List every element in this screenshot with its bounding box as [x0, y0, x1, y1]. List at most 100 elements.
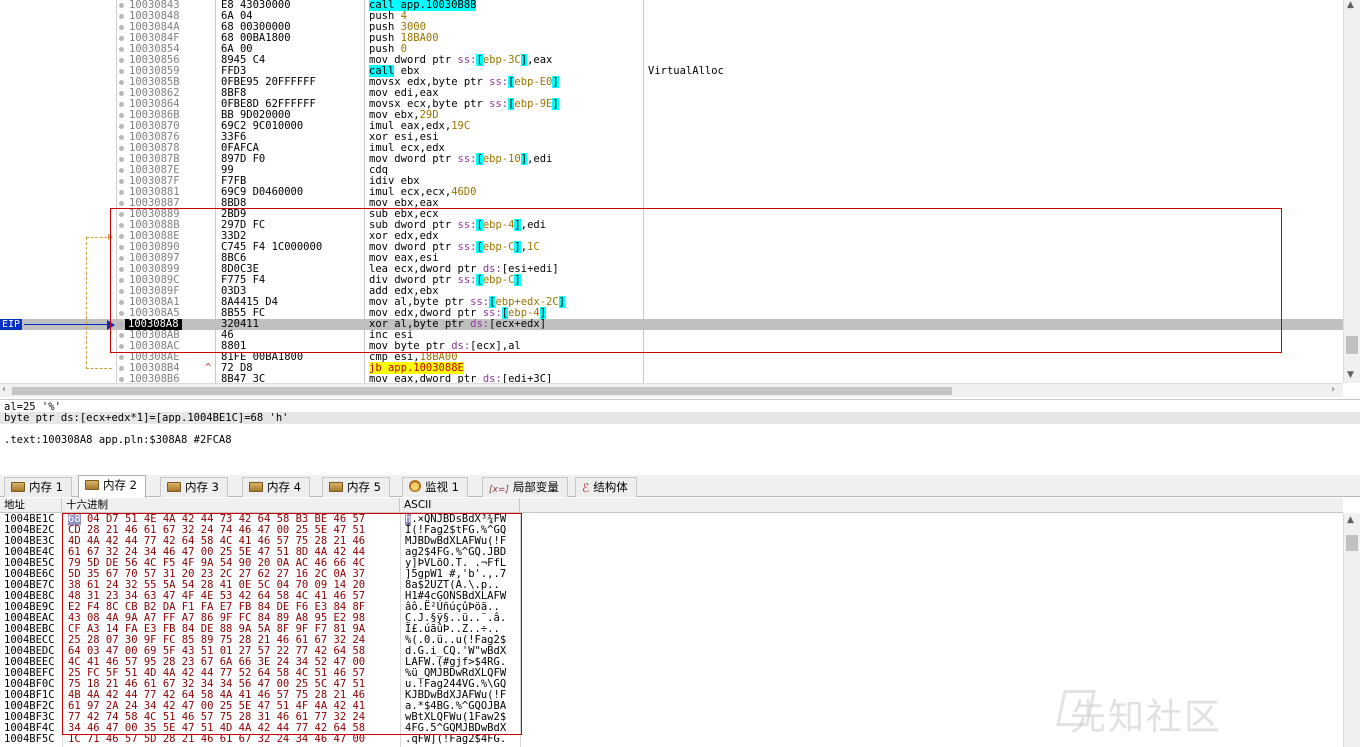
breakpoint-dot-icon[interactable] [119, 201, 124, 206]
instruction-row[interactable]: 10030862 8BF8 mov edi,eax [0, 88, 1343, 99]
breakpoint-dot-icon[interactable] [119, 355, 124, 360]
tab-4[interactable]: 内存 4 [242, 477, 310, 497]
breakpoint-dot-icon[interactable] [119, 36, 124, 41]
breakpoint-dot-icon[interactable] [119, 124, 124, 129]
scroll-left-icon[interactable]: ‹ [2, 384, 6, 395]
instruction-row[interactable]: 100308A5 8B55 FC mov edx,dword ptr ss:[ebp… [0, 307, 1343, 319]
scroll-up-icon[interactable]: ▲ [1347, 515, 1354, 525]
tab-2[interactable]: 内存 2 [78, 475, 146, 498]
instruction-row[interactable]: 100308B4 ^ 72 D8 jb app.1003088E [0, 362, 1343, 374]
breakpoint-dot-icon[interactable] [119, 14, 124, 19]
tab-7[interactable]: [x=] 局部变量 [482, 477, 568, 497]
instruction-row[interactable]: 1003087B 897D F0 mov dword ptr ss:[ebp-10]… [0, 153, 1343, 165]
instruction-row[interactable]: 10030899 8D0C3E lea ecx,dword ptr ds:[esi+… [0, 264, 1343, 275]
tab-5[interactable]: 内存 5 [322, 477, 390, 497]
breakpoint-dot-icon[interactable] [119, 91, 124, 96]
breakpoint-dot-icon[interactable] [119, 25, 124, 30]
breakpoint-dot-icon[interactable] [119, 344, 124, 349]
instruction-row[interactable]: 100308A1 8A4415 D4 mov al,byte ptr ss:[ebp… [0, 296, 1343, 308]
tab-label: 内存 2 [103, 478, 137, 492]
operand: [ecx],al [470, 340, 521, 352]
instruction-row[interactable]: 10030889 2BD9 sub ebx,ecx [0, 209, 1343, 220]
instruction-row[interactable]: 100308B6 8B47 3C mov eax,dword ptr ds:[edi… [0, 374, 1343, 383]
instruction-row[interactable]: 1003087E 99 cdq [0, 165, 1343, 176]
breakpoint-dot-icon[interactable] [119, 311, 124, 316]
scrollbar-thumb[interactable] [1346, 336, 1358, 354]
breakpoint-dot-icon[interactable] [119, 179, 124, 184]
tab-8[interactable]: ℰ 结构体 [575, 477, 637, 497]
breakpoint-dot-icon[interactable] [119, 234, 124, 239]
breakpoint-dot-icon[interactable] [119, 333, 124, 338]
breakpoint-dot-icon[interactable] [119, 245, 124, 250]
scroll-up-icon[interactable]: ▲ [1347, 0, 1354, 10]
tab-6[interactable]: 监视 1 [402, 477, 468, 497]
instruction-row[interactable]: 1003085B 0FBE95 20FFFFFF movsx edx,byte pt… [0, 76, 1343, 88]
breakpoint-dot-icon[interactable] [119, 377, 124, 382]
scrollbar-thumb[interactable] [1346, 535, 1358, 551]
dump-ascii[interactable]: .qFW](!Fag2$4FG. [405, 734, 506, 745]
breakpoint-dot-icon[interactable] [119, 190, 124, 195]
instruction-row[interactable]: 1003084A 68 00300000 push 3000 [0, 22, 1343, 33]
tab-label: 内存 5 [347, 480, 381, 494]
header-hex: 十六进制 [62, 498, 400, 513]
disassembly-horizontal-scrollbar[interactable]: ‹ › [0, 383, 1343, 397]
instruction-row[interactable]: 1003087F F7FB idiv ebx [0, 176, 1343, 187]
operand: 1C [527, 241, 540, 253]
instruction-row[interactable]: 10030864 0FBE8D 62FFFFFF movsx ecx,byte pt… [0, 98, 1343, 110]
instruction-row[interactable]: 1003089C F775 F4 div dword ptr ss:[ebp-C] [0, 274, 1343, 286]
instruction-row[interactable]: 10030859 FFD3 call ebx VirtualAlloc [0, 65, 1343, 77]
instruction-row[interactable]: 100308A8 320411 xor al,byte ptr ds:[ecx+ed… [0, 319, 1343, 330]
instruction-row[interactable]: 10030881 69C9 D0460000 imul ecx,ecx,46D0 [0, 187, 1343, 198]
instruction-row[interactable]: 10030843 E8 43030000 call app.10030B8B [0, 0, 1343, 11]
instruction-row[interactable]: 10030897 8BC6 mov eax,esi [0, 253, 1343, 264]
breakpoint-dot-icon[interactable] [119, 322, 124, 327]
breakpoint-dot-icon[interactable] [119, 212, 124, 217]
breakpoint-dot-icon[interactable] [119, 58, 124, 63]
breakpoint-dot-icon[interactable] [119, 102, 124, 107]
breakpoint-dot-icon[interactable] [119, 366, 124, 371]
instruction-row[interactable]: 100308AE 81FE 00BA1800 cmp esi,18BA00 [0, 352, 1343, 363]
breakpoint-dot-icon[interactable] [119, 278, 124, 283]
tab-1[interactable]: 内存 1 [4, 477, 72, 497]
breakpoint-dot-icon[interactable] [119, 256, 124, 261]
breakpoint-dot-icon[interactable] [119, 47, 124, 52]
operand: ss: [457, 274, 477, 286]
tab-3[interactable]: 内存 3 [160, 477, 228, 497]
instruction-row[interactable]: 1003088E 33D2 xor edx,edx [0, 231, 1343, 242]
instruction-row[interactable]: 10030876 33F6 xor esi,esi [0, 132, 1343, 143]
instruction-row[interactable]: 10030878 0FAFCA imul ecx,edx [0, 143, 1343, 154]
scrollbar-thumb[interactable] [12, 387, 952, 395]
instruction-row[interactable]: 1003089F 03D3 add edx,ebx [0, 286, 1343, 297]
scroll-right-icon[interactable]: › [1331, 384, 1335, 395]
instruction-row[interactable]: 1003088B 297D FC sub dword ptr ss:[ebp-4],… [0, 219, 1343, 231]
breakpoint-dot-icon[interactable] [119, 157, 124, 162]
breakpoint-dot-icon[interactable] [119, 69, 124, 74]
disassembly-vertical-scrollbar[interactable]: ▲ ▼ [1343, 0, 1360, 383]
breakpoint-dot-icon[interactable] [119, 146, 124, 151]
breakpoint-dot-icon[interactable] [119, 267, 124, 272]
instruction-row[interactable]: 100308AC 8801 mov byte ptr ds:[ecx],al [0, 341, 1343, 352]
breakpoint-dot-icon[interactable] [119, 80, 124, 85]
breakpoint-dot-icon[interactable] [119, 3, 124, 8]
breakpoint-dot-icon[interactable] [119, 168, 124, 173]
breakpoint-dot-icon[interactable] [119, 223, 124, 228]
instruction-row[interactable]: 10030870 69C2 9C010000 imul eax,edx,19C [0, 121, 1343, 132]
dump-address: 1004BF5C [4, 733, 55, 745]
scroll-down-icon[interactable]: ▼ [1347, 370, 1354, 380]
instruction-row[interactable]: 10030854 6A 00 push 0 [0, 44, 1343, 55]
disassembly-pane[interactable]: 10030843 E8 43030000 call app.10030B8B 1003… [0, 0, 1360, 398]
instruction-row[interactable]: 10030887 8BD8 mov ebx,eax [0, 198, 1343, 209]
instruction-row[interactable]: 10030890 C745 F4 1C000000 mov dword ptr ss… [0, 241, 1343, 253]
breakpoint-dot-icon[interactable] [119, 135, 124, 140]
disassembly-listing[interactable]: 10030843 E8 43030000 call app.10030B8B 1003… [0, 0, 1343, 383]
instruction-row[interactable]: 1003086B BB 9D020000 mov ebx,29D [0, 110, 1343, 121]
instruction-row[interactable]: 10030848 6A 04 push 4 [0, 11, 1343, 22]
breakpoint-dot-icon[interactable] [119, 289, 124, 294]
dump-vertical-scrollbar[interactable]: ▲ [1343, 513, 1360, 747]
breakpoint-dot-icon[interactable] [119, 300, 124, 305]
tab-label: 结构体 [593, 480, 628, 494]
instruction-row[interactable]: 100308AB 46 inc esi [0, 330, 1343, 341]
breakpoint-dot-icon[interactable] [119, 113, 124, 118]
instruction-row[interactable]: 1003084F 68 00BA1800 push 18BA00 [0, 33, 1343, 44]
dump-hex-bytes[interactable]: 1C 71 46 57 5D 28 21 46 61 67 32 24 34 4… [68, 734, 365, 745]
